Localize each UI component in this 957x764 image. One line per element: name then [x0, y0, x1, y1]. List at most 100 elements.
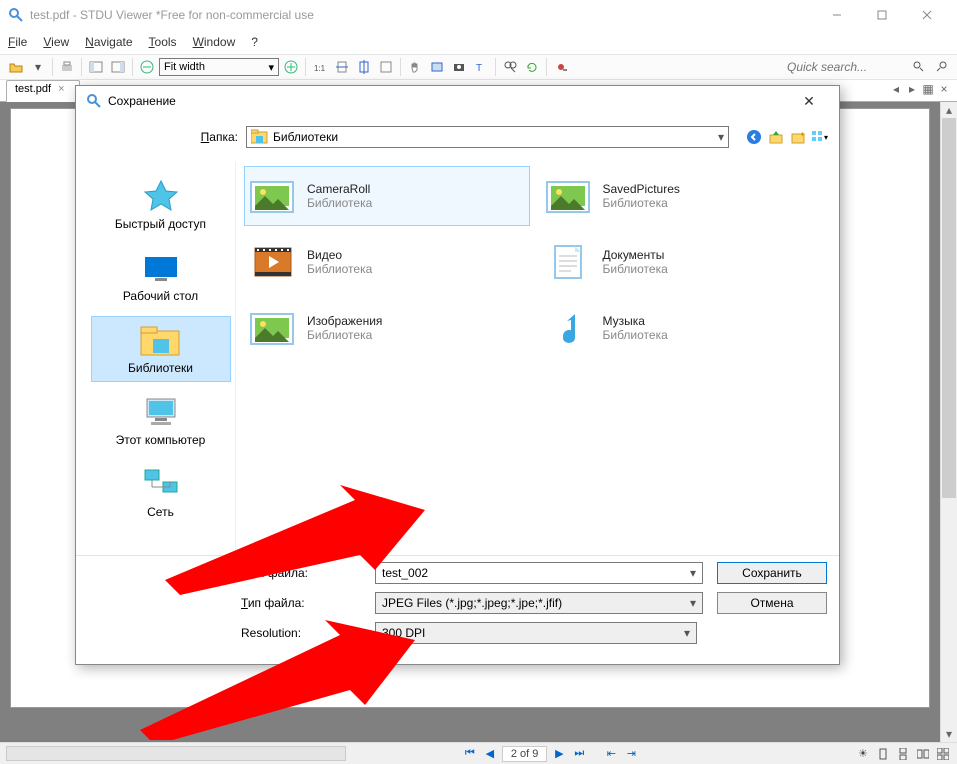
documents-icon	[545, 240, 593, 284]
library-music[interactable]: МузыкаБиблиотека	[540, 298, 826, 358]
first-page-icon[interactable]: ⏮	[462, 747, 478, 760]
text-select-icon[interactable]: T	[471, 57, 491, 77]
vertical-scrollbar[interactable]: ▴ ▾	[940, 102, 957, 742]
sidebar-right-icon[interactable]	[108, 57, 128, 77]
next-page-icon[interactable]: ▶	[551, 747, 567, 760]
library-documents[interactable]: ДокументыБиблиотека	[540, 232, 826, 292]
dropdown-icon[interactable]: ▾	[28, 57, 48, 77]
fit-width-icon[interactable]	[332, 57, 352, 77]
desktop-icon	[139, 251, 183, 285]
tab-grid-icon[interactable]: ▦	[921, 82, 935, 96]
horizontal-scrollbar[interactable]	[6, 746, 346, 761]
place-this-pc[interactable]: Этот компьютер	[91, 388, 231, 454]
svg-text:▾: ▾	[824, 133, 828, 142]
svg-text:T: T	[476, 63, 482, 74]
tab-close-icon[interactable]: ×	[58, 83, 64, 95]
place-desktop[interactable]: Рабочий стол	[91, 244, 231, 310]
document-tab[interactable]: test.pdf ×	[6, 80, 80, 102]
menubar: File View Navigate Tools Window ?	[0, 30, 957, 54]
pictures-icon	[249, 174, 297, 218]
dialog-form: Имя файла: test_002▾ Сохранить Тип файла…	[76, 555, 839, 664]
search-icon[interactable]	[500, 57, 520, 77]
fit-height-icon[interactable]	[354, 57, 374, 77]
back-icon[interactable]: ⇤	[603, 747, 619, 760]
menu-view[interactable]: View	[43, 35, 69, 49]
page-indicator[interactable]: 2 of 9	[502, 746, 548, 762]
pictures-icon	[545, 174, 593, 218]
refresh-icon[interactable]	[522, 57, 542, 77]
chevron-down-icon: ▾	[690, 596, 696, 610]
continuous-page-icon[interactable]	[895, 746, 911, 762]
place-libraries[interactable]: Библиотеки	[91, 316, 231, 382]
chevron-down-icon: ▾	[718, 130, 724, 144]
menu-navigate[interactable]: Navigate	[85, 35, 132, 49]
facing-page-icon[interactable]	[915, 746, 931, 762]
library-images[interactable]: ИзображенияБиблиотека	[244, 298, 530, 358]
save-button[interactable]: Сохранить	[717, 562, 827, 584]
folder-select[interactable]: Библиотеки ▾	[246, 126, 729, 148]
filename-label: Имя файла:	[241, 566, 361, 580]
resolution-select[interactable]: 300 DPI▾	[375, 622, 697, 644]
dialog-title: Сохранение	[108, 94, 176, 108]
libraries-folder-icon	[139, 323, 183, 357]
filetype-label: Тип файла:	[241, 596, 361, 610]
place-network[interactable]: Сеть	[91, 460, 231, 526]
back-nav-icon[interactable]	[745, 128, 763, 146]
brightness-icon[interactable]: ☀	[855, 746, 871, 762]
search-prev-icon[interactable]	[909, 57, 929, 77]
quick-search-input[interactable]	[787, 60, 907, 74]
new-folder-icon[interactable]: ✦	[789, 128, 807, 146]
maximize-button[interactable]	[859, 1, 904, 30]
scroll-up-icon[interactable]: ▴	[941, 102, 957, 118]
libraries-icon	[251, 129, 269, 145]
view-menu-icon[interactable]: ▾	[811, 128, 829, 146]
pictures-icon	[249, 306, 297, 350]
tab-close-all-icon[interactable]: ×	[937, 82, 951, 96]
cancel-button[interactable]: Отмена	[717, 592, 827, 614]
place-quick-access[interactable]: Быстрый доступ	[91, 172, 231, 238]
zoom-out-icon[interactable]	[137, 57, 157, 77]
resolution-label: Resolution:	[241, 626, 361, 640]
library-savedpictures[interactable]: SavedPicturesБиблиотека	[540, 166, 826, 226]
hand-tool-icon[interactable]	[405, 57, 425, 77]
prev-page-icon[interactable]: ◀	[482, 747, 498, 760]
dialog-close-button[interactable]: ✕	[789, 93, 829, 110]
single-page-icon[interactable]	[875, 746, 891, 762]
filetype-select[interactable]: JPEG Files (*.jpg;*.jpeg;*.jpe;*.jfif)▾	[375, 592, 703, 614]
search-next-icon[interactable]	[931, 57, 951, 77]
select-tool-icon[interactable]	[427, 57, 447, 77]
last-page-icon[interactable]: ⏭	[571, 747, 587, 760]
svg-text:✦: ✦	[799, 130, 806, 139]
open-icon[interactable]	[6, 57, 26, 77]
grid-page-icon[interactable]	[935, 746, 951, 762]
chevron-down-icon: ▾	[684, 626, 690, 640]
forward-icon[interactable]: ⇥	[623, 747, 639, 760]
zoom-in-icon[interactable]	[281, 57, 301, 77]
minimize-button[interactable]	[814, 1, 859, 30]
actual-size-icon[interactable]: 1:1	[310, 57, 330, 77]
computer-icon	[139, 395, 183, 429]
window-title: test.pdf - STDU Viewer *Free for non-com…	[30, 8, 814, 22]
zoom-select[interactable]: Fit width▾	[159, 58, 279, 76]
tab-prev-icon[interactable]: ◂	[889, 82, 903, 96]
file-list-area: CameraRollБиблиотека SavedPicturesБиблио…	[240, 162, 829, 555]
library-cameraroll[interactable]: CameraRollБиблиотека	[244, 166, 530, 226]
library-videos[interactable]: ВидеоБиблиотека	[244, 232, 530, 292]
filename-input[interactable]: test_002▾	[375, 562, 703, 584]
toolbar: ▾ Fit width▾ 1:1 T	[0, 54, 957, 80]
menu-window[interactable]: Window	[193, 35, 236, 49]
videos-icon	[249, 240, 297, 284]
close-button[interactable]	[904, 1, 949, 30]
fit-page-icon[interactable]	[376, 57, 396, 77]
menu-help[interactable]: ?	[251, 35, 258, 49]
scroll-thumb[interactable]	[942, 118, 956, 498]
settings-icon[interactable]	[551, 57, 571, 77]
tab-next-icon[interactable]: ▸	[905, 82, 919, 96]
scroll-down-icon[interactable]: ▾	[941, 726, 957, 742]
menu-file[interactable]: File	[8, 35, 27, 49]
snapshot-icon[interactable]	[449, 57, 469, 77]
up-level-icon[interactable]	[767, 128, 785, 146]
print-icon[interactable]	[57, 57, 77, 77]
menu-tools[interactable]: Tools	[149, 35, 177, 49]
sidebar-left-icon[interactable]	[86, 57, 106, 77]
